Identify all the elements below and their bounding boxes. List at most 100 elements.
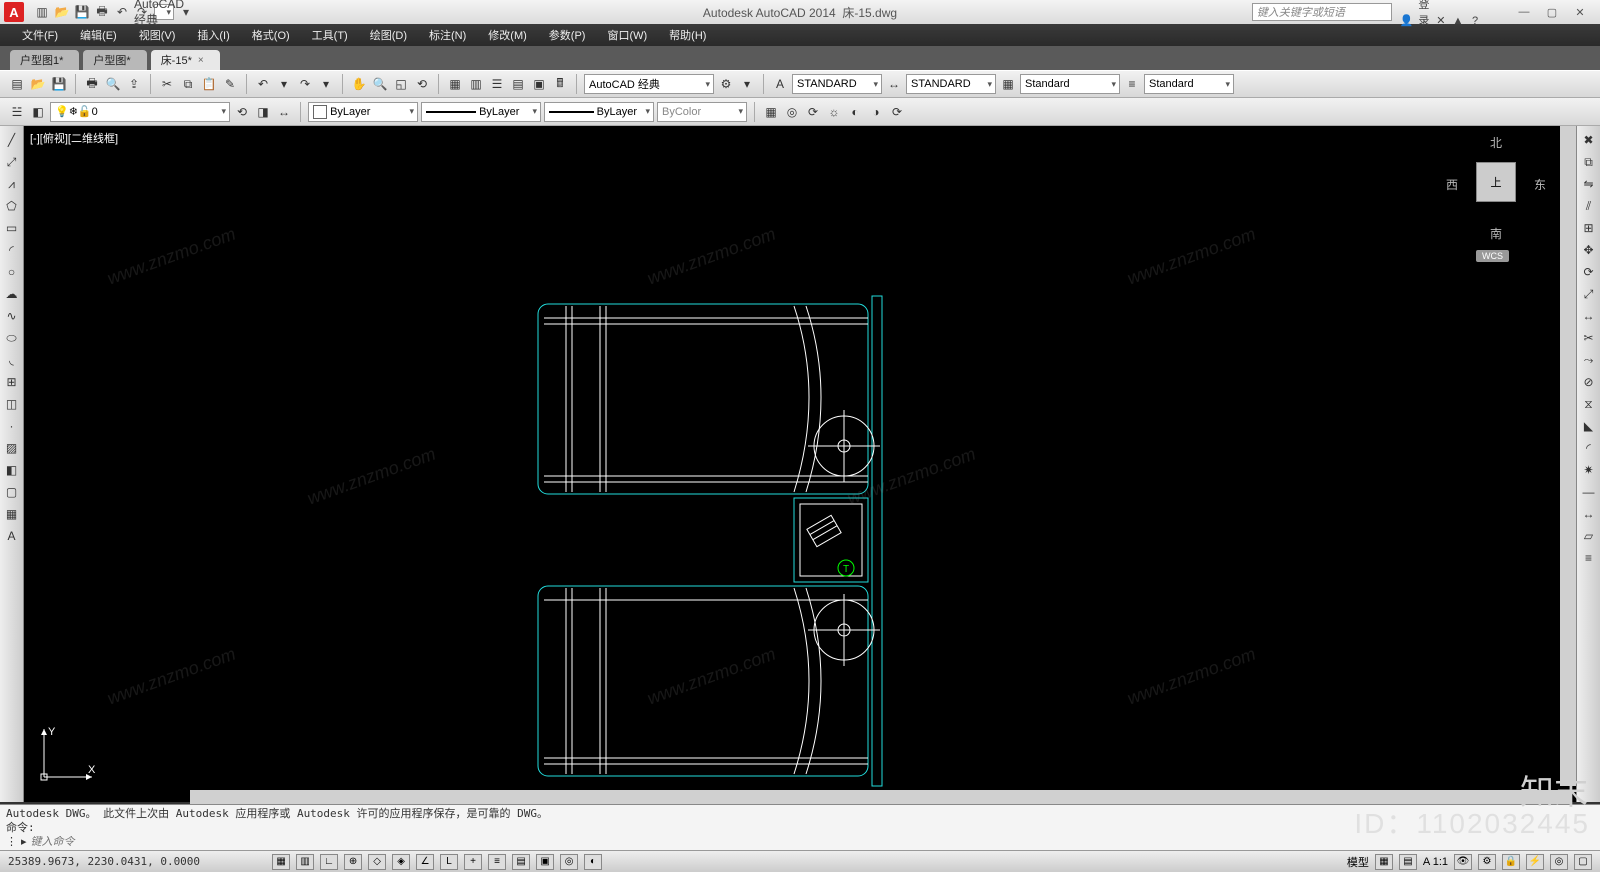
mtext-icon[interactable]: A xyxy=(2,526,22,546)
hide-icon[interactable]: ◐ xyxy=(846,103,864,121)
insert-icon[interactable]: ⊞ xyxy=(2,372,22,392)
command-input[interactable] xyxy=(31,836,331,848)
chamfer-icon[interactable]: ◣ xyxy=(1579,416,1599,436)
lock-ui-icon[interactable]: 🔒 xyxy=(1502,854,1520,870)
signin-label[interactable]: 登录 xyxy=(1417,0,1431,28)
view-cube[interactable]: 北 南 东 西 上 WCS xyxy=(1446,134,1546,254)
table-icon[interactable]: ▦ xyxy=(2,504,22,524)
list-icon[interactable]: ≡ xyxy=(1579,548,1599,568)
quicklayout-icon[interactable]: ▤ xyxy=(1399,854,1417,870)
arc-icon[interactable]: ◜ xyxy=(2,240,22,260)
preview-icon[interactable]: 🔍 xyxy=(104,75,122,93)
copy-obj-icon[interactable]: ⧉ xyxy=(1579,152,1599,172)
polar-toggle[interactable]: ⊕ xyxy=(344,854,362,870)
redo-icon[interactable]: ↷ xyxy=(296,75,314,93)
props-icon[interactable]: ▦ xyxy=(446,75,464,93)
regen-icon[interactable]: ⟳ xyxy=(888,103,906,121)
dyn-toggle[interactable]: + xyxy=(464,854,482,870)
pline-icon[interactable]: ⩘ xyxy=(2,174,22,194)
mlstyle-icon[interactable]: ≡ xyxy=(1123,75,1141,93)
dcenter-icon[interactable]: ▥ xyxy=(467,75,485,93)
3dosnap-toggle[interactable]: ◈ xyxy=(392,854,410,870)
qp-toggle[interactable]: ▣ xyxy=(536,854,554,870)
menu-format[interactable]: 格式(O) xyxy=(242,25,300,45)
doc-tab-1[interactable]: 户型图* xyxy=(83,50,146,70)
menu-param[interactable]: 参数(P) xyxy=(539,25,596,45)
am-toggle[interactable]: ◐ xyxy=(584,854,602,870)
horizontal-scrollbar[interactable] xyxy=(190,790,1572,804)
match-icon[interactable]: ✎ xyxy=(221,75,239,93)
save-icon[interactable]: 💾 xyxy=(50,75,68,93)
toolpal-icon[interactable]: ☰ xyxy=(488,75,506,93)
menu-edit[interactable]: 编辑(E) xyxy=(70,25,127,45)
lwt-toggle[interactable]: ≡ xyxy=(488,854,506,870)
model-indicator[interactable]: 模型 xyxy=(1347,854,1369,870)
gradient-icon[interactable]: ◧ xyxy=(2,460,22,480)
layer-selector[interactable]: 💡 ❄ 🔓 0 xyxy=(50,102,230,122)
spline-icon[interactable]: ∿ xyxy=(2,306,22,326)
menu-view[interactable]: 视图(V) xyxy=(129,25,186,45)
dimstyle-icon[interactable]: ↔ xyxy=(885,75,903,93)
area-icon[interactable]: ▱ xyxy=(1579,526,1599,546)
rectangle-icon[interactable]: ▭ xyxy=(2,218,22,238)
new-icon[interactable]: ▤ xyxy=(8,75,26,93)
redo-dd-icon[interactable]: ▾ xyxy=(317,75,335,93)
viewcube-north[interactable]: 北 xyxy=(1490,134,1502,151)
undo-icon[interactable]: ↶ xyxy=(254,75,272,93)
render-icon[interactable]: ☼ xyxy=(825,103,843,121)
rotate-icon[interactable]: ⟳ xyxy=(1579,262,1599,282)
ml-style-selector[interactable]: Standard xyxy=(1144,74,1234,94)
move-icon[interactable]: ✥ xyxy=(1579,240,1599,260)
trim-icon[interactable]: ✂ xyxy=(1579,328,1599,348)
paste-icon[interactable]: 📋 xyxy=(200,75,218,93)
qcalc-icon[interactable]: 🖩 xyxy=(551,75,569,93)
open-icon[interactable]: 📂 xyxy=(54,4,70,20)
layer-mgr-icon[interactable]: ☱ xyxy=(8,103,26,121)
minimize-button[interactable]: — xyxy=(1510,3,1538,21)
close-tab-icon[interactable]: × xyxy=(198,55,204,66)
viewcube-east[interactable]: 东 xyxy=(1534,176,1546,193)
table-style-selector[interactable]: Standard xyxy=(1020,74,1120,94)
menu-help[interactable]: 帮助(H) xyxy=(659,25,716,45)
open-icon[interactable]: 📂 xyxy=(29,75,47,93)
menu-draw[interactable]: 绘图(D) xyxy=(360,25,417,45)
line-icon[interactable]: ╱ xyxy=(2,130,22,150)
plot-icon[interactable]: 🖶 xyxy=(94,4,110,20)
mirror-icon[interactable]: ⇋ xyxy=(1579,174,1599,194)
workspace-selector[interactable]: AutoCAD 经典 xyxy=(584,74,714,94)
viewport-icon[interactable]: ▦ xyxy=(762,103,780,121)
layer-prev-icon[interactable]: ⟲ xyxy=(233,103,251,121)
pan-icon[interactable]: ✋ xyxy=(350,75,368,93)
sheet-icon[interactable]: ▤ xyxy=(509,75,527,93)
wcs-badge[interactable]: WCS xyxy=(1476,250,1509,262)
undo-dd-icon[interactable]: ▾ xyxy=(275,75,293,93)
menu-file[interactable]: 文件(F) xyxy=(12,25,68,45)
viewcube-west[interactable]: 西 xyxy=(1446,176,1458,193)
point-icon[interactable]: · xyxy=(2,416,22,436)
dim-style-selector[interactable]: STANDARD xyxy=(906,74,996,94)
erase-icon[interactable]: ✖ xyxy=(1579,130,1599,150)
maximize-button[interactable]: ▢ xyxy=(1538,3,1566,21)
clean-scr-icon[interactable]: ▢ xyxy=(1574,854,1592,870)
zoom-rt-icon[interactable]: 🔍 xyxy=(371,75,389,93)
linetype-selector[interactable]: ByLayer xyxy=(421,102,541,122)
menu-dim[interactable]: 标注(N) xyxy=(419,25,476,45)
menu-tools[interactable]: 工具(T) xyxy=(302,25,358,45)
cmd-handle-icon[interactable]: ⋮ xyxy=(6,835,17,848)
layer-state-icon[interactable]: ◧ xyxy=(29,103,47,121)
doc-tab-2[interactable]: 床-15*× xyxy=(151,50,220,70)
menu-modify[interactable]: 修改(M) xyxy=(478,25,537,45)
lineweight-selector[interactable]: ByLayer xyxy=(544,102,654,122)
viewcube-face[interactable]: 上 xyxy=(1476,162,1516,202)
close-button[interactable]: ✕ xyxy=(1566,3,1594,21)
offset-icon[interactable]: ⫽ xyxy=(1579,196,1599,216)
anno-vis-icon[interactable]: 👁 xyxy=(1454,854,1472,870)
cut-icon[interactable]: ✂ xyxy=(158,75,176,93)
scale-icon[interactable]: ⤢ xyxy=(1579,284,1599,304)
vertical-scrollbar[interactable] xyxy=(1560,126,1576,786)
array-icon[interactable]: ⊞ xyxy=(1579,218,1599,238)
ortho-toggle[interactable]: ∟ xyxy=(320,854,338,870)
zoom-win-icon[interactable]: ◱ xyxy=(392,75,410,93)
extend-icon[interactable]: ⤳ xyxy=(1579,350,1599,370)
text-style-selector[interactable]: STANDARD xyxy=(792,74,882,94)
